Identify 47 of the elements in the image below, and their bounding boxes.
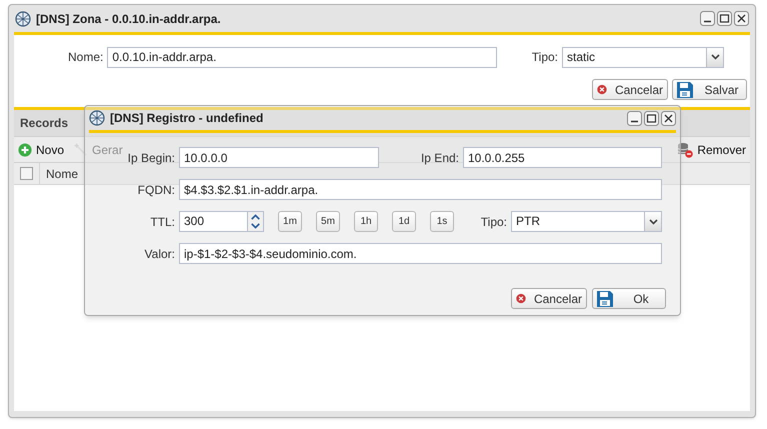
ip-begin-field[interactable]: 10.0.0.0 bbox=[179, 147, 379, 168]
globe-icon bbox=[89, 110, 105, 126]
toolbar-button[interactable]: Remover bbox=[677, 140, 746, 158]
ttl-preset-button[interactable]: 1m bbox=[278, 211, 302, 232]
field-label: Ip End: bbox=[420, 150, 459, 166]
plus-icon bbox=[18, 142, 32, 156]
field-label: Tipo: bbox=[480, 214, 507, 230]
close-icon[interactable] bbox=[661, 110, 676, 126]
fqdn-field[interactable]: $4.$3.$2.$1.in-addr.arpa. bbox=[179, 179, 662, 200]
save-button[interactable]: Salvar bbox=[672, 79, 747, 100]
ttl-preset-button[interactable]: 1s bbox=[430, 211, 454, 232]
name-field[interactable]: 0.0.10.in-addr.arpa. bbox=[107, 46, 498, 68]
field-label: Ip Begin: bbox=[128, 150, 175, 166]
field-label: FQDN: bbox=[138, 182, 175, 198]
type-select[interactable]: PTR bbox=[511, 211, 662, 232]
field-label: Nome: bbox=[68, 49, 104, 66]
value-field[interactable]: ip-$1-$2-$3-$4.seudominio.com. bbox=[179, 243, 662, 264]
cancel-icon bbox=[516, 291, 526, 306]
type-select[interactable]: static bbox=[562, 46, 724, 68]
chevron-down-icon bbox=[710, 54, 720, 60]
dialog-title: [DNS] Registro - undefined bbox=[110, 110, 264, 127]
toolbar-button[interactable]: Novo bbox=[18, 140, 64, 158]
ip-end-field[interactable]: 10.0.0.255 bbox=[463, 147, 662, 168]
select-all-checkbox[interactable] bbox=[20, 167, 33, 180]
cancel-button[interactable]: Cancelar bbox=[592, 79, 668, 100]
field-label: TTL: bbox=[150, 214, 175, 230]
column-header[interactable]: Nome bbox=[40, 164, 84, 182]
field-label: Tipo: bbox=[532, 49, 558, 66]
database-remove-icon bbox=[677, 142, 694, 158]
spinner-arrows-icon[interactable] bbox=[247, 212, 263, 231]
globe-icon bbox=[15, 10, 31, 26]
ttl-preset-button[interactable]: 1h bbox=[354, 211, 378, 232]
maximize-icon[interactable] bbox=[644, 110, 659, 126]
maximize-icon[interactable] bbox=[717, 11, 732, 26]
minimize-icon[interactable] bbox=[627, 110, 642, 126]
panel-title: Records bbox=[20, 115, 68, 132]
save-button[interactable]: Ok bbox=[592, 288, 666, 309]
chevron-down-icon bbox=[648, 218, 658, 224]
ttl-preset-button[interactable]: 1d bbox=[392, 211, 416, 232]
ttl-spinner-field[interactable]: 300 bbox=[179, 211, 264, 232]
field-label: Valor: bbox=[144, 246, 175, 262]
minimize-icon[interactable] bbox=[700, 11, 715, 26]
close-icon[interactable] bbox=[734, 11, 749, 26]
ttl-preset-button[interactable]: 5m bbox=[316, 211, 340, 232]
window-title: [DNS] Zona - 0.0.10.in-addr.arpa. bbox=[36, 10, 222, 28]
cancel-icon bbox=[597, 82, 607, 97]
cancel-button[interactable]: Cancelar bbox=[511, 288, 587, 309]
